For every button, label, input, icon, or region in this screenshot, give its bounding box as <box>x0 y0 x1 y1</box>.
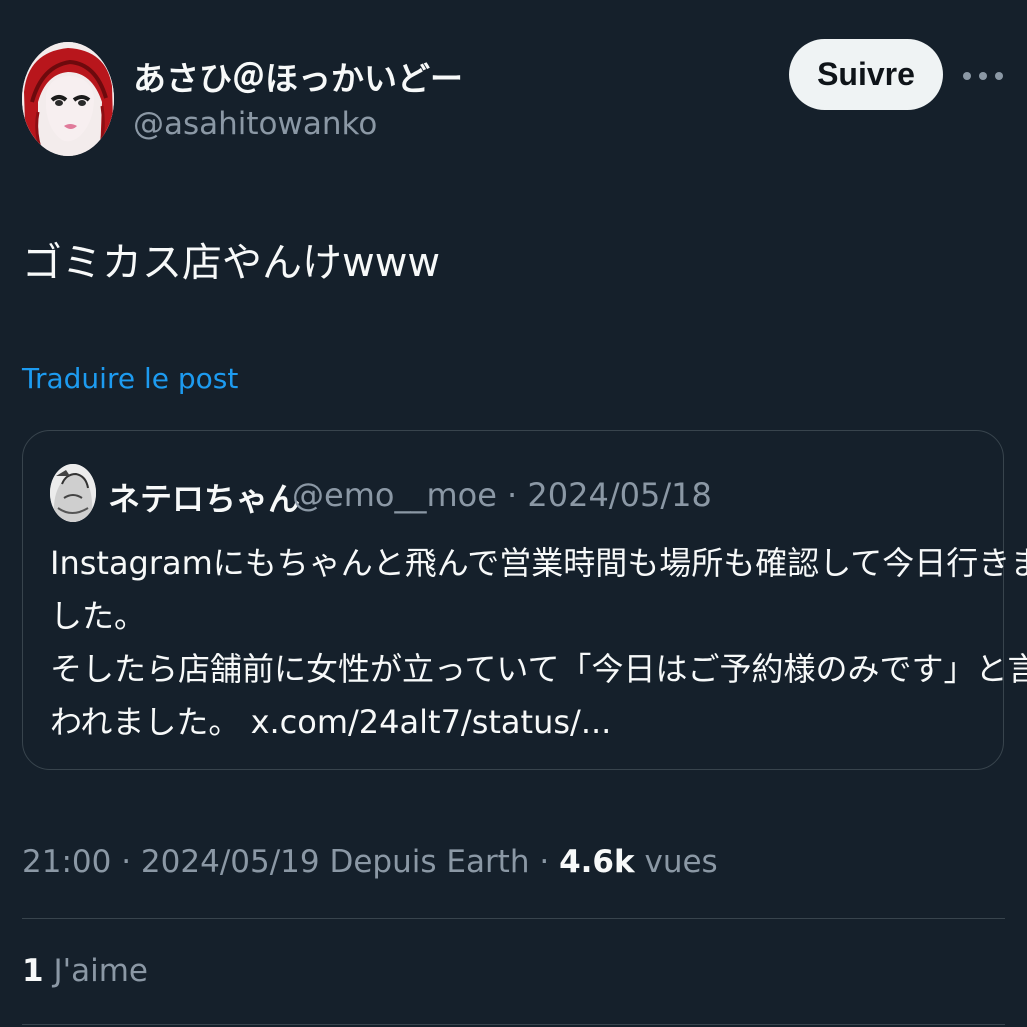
tweet-text: ゴミカス店やんけwww <box>22 240 441 286</box>
author-avatar[interactable] <box>22 42 114 156</box>
tweet-meta: 21:00 · 2024/05/19 Depuis Earth · 4.6k v… <box>22 844 718 880</box>
more-dot <box>979 72 987 80</box>
meta-separator: · <box>539 844 550 880</box>
quoted-author-handle: @emo__moe <box>292 476 497 514</box>
more-horizontal-icon[interactable] <box>963 64 1003 88</box>
views-label: vues <box>644 844 718 880</box>
divider <box>22 918 1005 919</box>
views-count: 4.6k <box>559 844 635 880</box>
quoted-post-meta: @emo__moe · 2024/05/18 <box>292 476 712 514</box>
author-handle[interactable]: @asahitowanko <box>133 106 377 142</box>
tweet-source: Depuis Earth <box>329 844 530 880</box>
quoted-author-avatar <box>50 464 96 522</box>
tweet-time[interactable]: 21:00 <box>22 844 111 880</box>
more-dot <box>995 72 1003 80</box>
likes-label: J'aime <box>53 953 148 989</box>
quoted-text-line: Instagramにもちゃんと飛んで営業時間も場所も確認して今日行きま <box>50 544 1027 582</box>
quoted-author-avatar-image <box>50 464 96 522</box>
quoted-meta-separator: · <box>507 476 518 514</box>
author-avatar-image <box>22 42 114 156</box>
author-display-name[interactable]: あさひ＠ほっかいどー <box>133 52 463 100</box>
translate-post-link[interactable]: Traduire le post <box>22 362 238 395</box>
quoted-text-line: そしたら店舗前に女性が立っていて「今日はご予約様のみです」と言 <box>50 650 1027 688</box>
tweet-date[interactable]: 2024/05/19 <box>141 844 320 880</box>
quoted-post-text: Instagramにもちゃんと飛んで営業時間も場所も確認して今日行きま した。 … <box>50 537 1027 749</box>
quoted-post-date: 2024/05/18 <box>527 476 712 514</box>
more-dot <box>963 72 971 80</box>
quoted-text-line: した。 <box>50 597 147 635</box>
divider <box>22 1024 1005 1025</box>
quoted-author-display-name: ネテロちゃん <box>108 480 301 518</box>
follow-button[interactable]: Suivre <box>789 39 943 110</box>
meta-separator: · <box>121 844 132 880</box>
quoted-text-line: われました。 x.com/24alt7/status/... <box>50 703 612 741</box>
likes-count: 1 <box>22 953 44 989</box>
likes-summary[interactable]: 1 J'aime <box>22 953 148 989</box>
